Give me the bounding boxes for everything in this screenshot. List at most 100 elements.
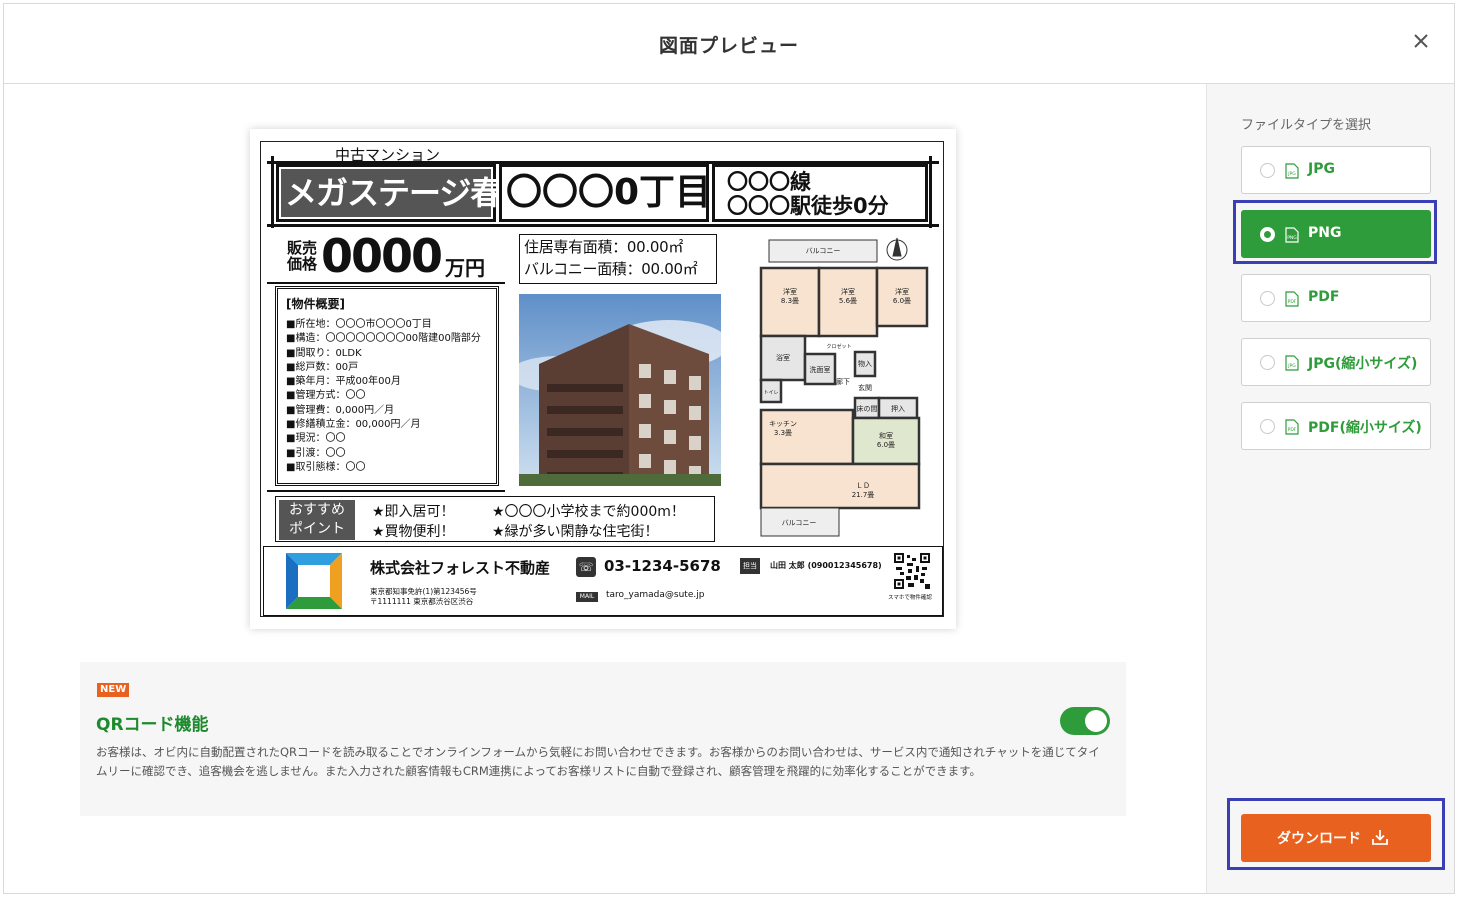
close-icon[interactable] (1410, 30, 1432, 52)
radio-icon[interactable] (1260, 355, 1275, 370)
fp-ld: ＬＤ (856, 482, 870, 490)
file-type-option-jpg[interactable]: JPG JPG(縮小サイズ) (1241, 338, 1431, 386)
overview-item: ■現況：〇〇 (286, 433, 346, 445)
recommend-point: ★買物便利！ (372, 524, 455, 540)
qr-feature-title: QRコード機能 (96, 715, 209, 735)
svg-text:PDF: PDF (1288, 299, 1297, 305)
qr-feature-description: お客様は、オビ内に自動配置されたQRコードを読み取ることでオンラインフォームから… (96, 745, 1100, 778)
company-license: 東京都知事免許(1)第123456号 〒1111111 東京都渋谷区渋谷 (370, 587, 477, 606)
qr-feature-toggle[interactable] (1060, 707, 1110, 735)
qr-feature-panel: NEW QRコード機能 お客様は、オビ内に自動配置されたQRコードを読み取ること… (80, 662, 1126, 816)
selection-highlight (1233, 200, 1437, 264)
station-walk: 〇〇〇駅徒歩0分 (727, 194, 889, 218)
company-logo (286, 553, 342, 609)
download-label: ダウンロード (1277, 831, 1361, 847)
fp-oshiire: 押入 (891, 404, 905, 413)
qr-caption: スマホで物件確認 (888, 595, 932, 601)
fp-washitsu: 和室 (879, 431, 893, 440)
phone-icon: ☏ (576, 557, 596, 577)
address-box: 〇〇〇0丁目 (499, 164, 711, 222)
station-line: 〇〇〇線 (727, 170, 811, 194)
area-box: 住居専有面積：00.00㎡ バルコニー面積：00.00㎡ (519, 234, 717, 284)
staff-name: 山田 太郎 (090012345678) (770, 561, 882, 570)
overview-item: ■総戸数：00戸 (286, 361, 359, 373)
rule-line (267, 224, 939, 227)
fp-closet: クロゼット (826, 343, 851, 350)
fp-entrance: 玄関 (858, 383, 872, 392)
recommend-point: ★〇〇〇小学校まで約000m！ (492, 504, 685, 520)
fp-tokonoma: 床の間 (857, 404, 878, 413)
file-type-label: PDF (1308, 289, 1340, 305)
toggle-knob (1085, 710, 1107, 732)
overview-list: ■所在地：〇〇〇市〇〇〇0丁目 ■構造：〇〇〇〇〇〇〇〇00階建00階部分 ■間取り… (286, 318, 496, 475)
fp-kitchen-size: 3.3畳 (774, 429, 792, 437)
flyer-footer: 株式会社フォレスト不動産 東京都知事免許(1)第123456号 〒1111111 … (263, 546, 943, 616)
jpg-file-icon: JPG (1285, 163, 1299, 179)
modal-header: 図面プレビュー (4, 4, 1454, 84)
mail-icon: MAIL (576, 592, 598, 602)
fp-ld-size: 21.7畳 (852, 491, 875, 499)
station-box: 〇〇〇線 〇〇〇駅徒歩0分 (712, 164, 928, 222)
radio-icon[interactable] (1260, 291, 1275, 306)
company-phone: 03-1234-5678 (604, 557, 721, 575)
fp-kitchen: キッチン (769, 420, 797, 428)
file-type-option-pdf[interactable]: PDF PDF (1241, 274, 1431, 322)
fp-bath: 浴室 (776, 353, 790, 362)
overview-item: ■管理方式：〇〇 (286, 390, 366, 402)
file-type-label: JPG(縮小サイズ) (1308, 356, 1418, 372)
preview-area: 中古マンション メガステージ春日 〇〇〇0丁目 〇〇〇線 〇〇〇駅徒歩0分 販売… (4, 84, 1206, 893)
new-badge: NEW (97, 683, 130, 697)
overview-item: ■築年月：平成00年00月 (286, 376, 401, 388)
overview-box: [物件概要] ■所在地：〇〇〇市〇〇〇0丁目 ■構造：〇〇〇〇〇〇〇〇00階建00… (275, 286, 499, 486)
fp-balcony-top: バルコニー (806, 247, 841, 255)
download-button[interactable]: ダウンロード (1241, 814, 1431, 862)
flyer-preview: 中古マンション メガステージ春日 〇〇〇0丁目 〇〇〇線 〇〇〇駅徒歩0分 販売… (250, 129, 956, 629)
fp-balcony-bottom: バルコニー (782, 519, 817, 527)
price-block: 販売 価格0000 万円 (287, 232, 485, 281)
file-type-option-pdf[interactable]: PDF PDF(縮小サイズ) (1241, 402, 1431, 450)
radio-icon[interactable] (1260, 163, 1275, 178)
recommend-label: おすすめ ポイント (279, 500, 355, 540)
fp-wash: 洗面室 (810, 365, 831, 374)
overview-item: ■引渡：〇〇 (286, 447, 346, 459)
jpg-file-icon: JPG (1285, 355, 1299, 371)
rule-tick (271, 156, 274, 228)
price-value: 0000 (321, 229, 443, 283)
fp-room1-size: 8.3畳 (781, 297, 799, 305)
fp-washitsu-size: 6.0畳 (877, 441, 895, 449)
overview-item: ■構造：〇〇〇〇〇〇〇〇00階建00階部分 (286, 333, 481, 345)
file-type-label: ファイルタイプを選択 (1241, 118, 1372, 133)
fp-room3: 洋室 (895, 287, 909, 296)
rule-line (267, 282, 505, 284)
fp-room2: 洋室 (841, 287, 855, 296)
staff-icon: 担当 (740, 558, 760, 574)
pdf-file-icon: PDF (1285, 419, 1299, 435)
file-type-sidebar: ファイルタイプを選択 JPG JPG PNG PNG PDF PDF JPG JPG(縮小サイ… (1206, 84, 1454, 893)
radio-icon[interactable] (1260, 419, 1275, 434)
company-name: 株式会社フォレスト不動産 (370, 559, 551, 577)
building-photo (519, 294, 721, 486)
fp-storage: 物入 (858, 359, 872, 368)
file-type-label: JPG (1308, 161, 1335, 177)
overview-item: ■取引態様：〇〇 (286, 461, 366, 473)
property-name-box: メガステージ春日 (276, 164, 533, 222)
recommend-box: おすすめ ポイント ★即入居可！ ★〇〇〇小学校まで約000m！ ★買物便利！ ★… (275, 496, 715, 542)
fp-hall: 廊下 (836, 377, 850, 386)
rule-tick (929, 156, 932, 228)
preview-modal: 図面プレビュー 中古マンション メガステージ春日 〇〇〇0丁目 〇〇〇線 〇〇〇… (3, 3, 1455, 894)
fp-room2-size: 5.6畳 (839, 297, 857, 305)
balcony-area: バルコニー面積：00.00㎡ (524, 260, 698, 278)
rule-line (267, 490, 505, 492)
download-icon (1372, 830, 1388, 845)
svg-text:JPG: JPG (1287, 363, 1296, 369)
overview-item: ■間取り：0LDK (286, 347, 362, 359)
fp-toilet: トイレ (763, 390, 778, 396)
file-type-label: PDF(縮小サイズ) (1308, 420, 1422, 436)
property-name: メガステージ春日 (281, 169, 533, 217)
overview-heading: [物件概要] (286, 297, 345, 311)
file-type-option-jpg[interactable]: JPG JPG (1241, 146, 1431, 194)
svg-text:JPG: JPG (1287, 171, 1296, 177)
fp-room3-size: 6.0畳 (893, 297, 911, 305)
modal-title: 図面プレビュー (658, 35, 799, 57)
qr-code-icon (894, 553, 930, 589)
